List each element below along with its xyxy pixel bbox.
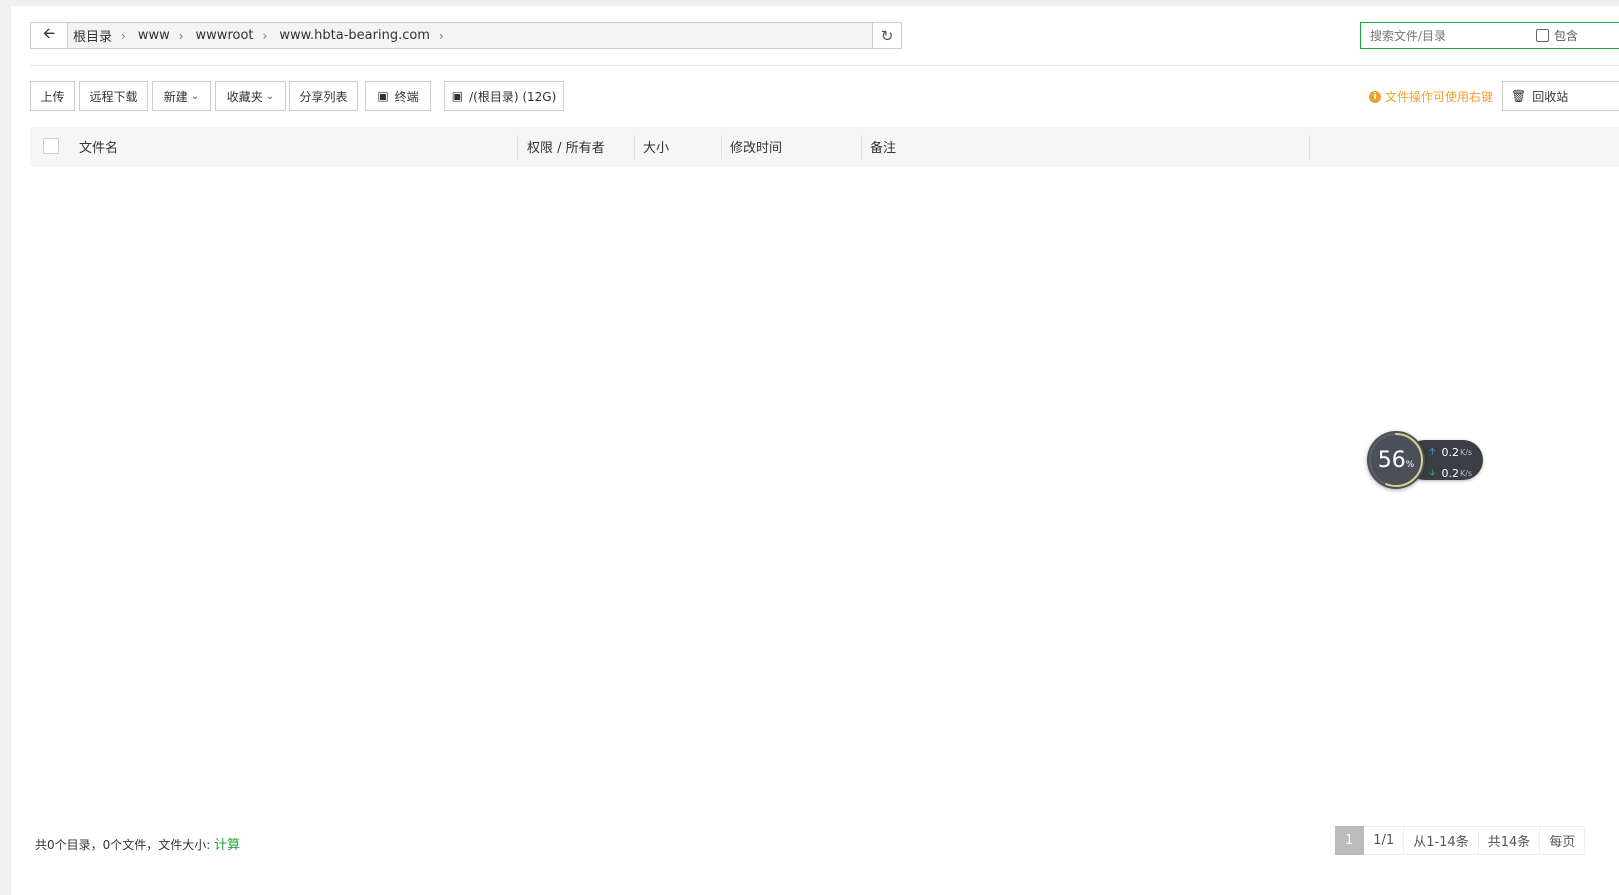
remote-download-button[interactable]: 远程下载: [79, 81, 148, 111]
chevron-right-icon: ›: [121, 28, 126, 43]
chevron-right-icon: ›: [262, 28, 268, 43]
refresh-icon: ↻: [880, 26, 894, 45]
breadcrumb: 根目录 › www › wwwroot › www.hbta-bearing.c…: [68, 23, 872, 48]
page-current[interactable]: 1: [1335, 826, 1365, 855]
disk-button[interactable]: ▣ /(根目录) (12G): [444, 81, 564, 111]
breadcrumb-item-wwwroot[interactable]: wwwroot ›: [196, 28, 268, 43]
upload-button[interactable]: 上传: [30, 81, 75, 111]
column-header-remark[interactable]: 备注: [870, 127, 896, 165]
refresh-button[interactable]: ↻: [872, 23, 901, 48]
chevron-down-icon: ⌄: [190, 90, 200, 102]
arrow-left-icon: 🡨: [42, 24, 56, 42]
info-icon: i: [1369, 90, 1381, 103]
page-count: 1/1: [1364, 826, 1405, 855]
new-dropdown-button[interactable]: 新建 ⌄: [152, 81, 211, 111]
disk-icon: ▣: [451, 89, 464, 103]
chevron-right-icon: ›: [178, 28, 184, 43]
chevron-down-icon: ⌄: [265, 90, 275, 102]
search-input[interactable]: [1368, 27, 1532, 44]
column-header-size[interactable]: 大小: [643, 127, 669, 165]
download-speed: 🡣 0.2 K/s: [1429, 466, 1473, 480]
file-table-header: 文件名 权限 / 所有者 大小 修改时间 备注: [30, 127, 1619, 166]
recycle-bin-button[interactable]: 🗑 回收站: [1502, 81, 1619, 111]
column-header-mtime[interactable]: 修改时间: [730, 127, 782, 165]
column-divider: [721, 135, 722, 159]
breadcrumb-item-www[interactable]: www ›: [138, 28, 184, 43]
address-bar: 🡨 根目录 › www › wwwroot › www.hbta-bearing…: [30, 22, 902, 49]
page-size-select[interactable]: 每页: [1540, 826, 1586, 855]
search-box: 包含: [1360, 22, 1619, 49]
arrow-down-icon: 🡣: [1429, 468, 1436, 478]
checkbox-icon: [1536, 29, 1549, 42]
calculate-size-link[interactable]: 计算: [214, 838, 240, 853]
usage-percent: 56%: [1377, 447, 1415, 473]
column-divider: [634, 135, 635, 159]
column-divider: [861, 135, 862, 159]
column-header-permission[interactable]: 权限 / 所有者: [527, 127, 605, 165]
arrow-up-icon: 🡡: [1429, 447, 1436, 457]
column-header-filename[interactable]: 文件名: [79, 127, 118, 165]
back-button[interactable]: 🡨: [31, 23, 68, 48]
file-manager-panel: 🡨 根目录 › www › wwwroot › www.hbta-bearing…: [11, 6, 1619, 895]
terminal-icon: ▣: [377, 89, 389, 103]
page-total: 共14条: [1478, 826, 1541, 855]
divider: [30, 65, 1619, 66]
upload-speed: 🡡 0.2 K/s: [1429, 445, 1473, 459]
include-subdir-checkbox[interactable]: 包含: [1536, 27, 1578, 44]
select-all-checkbox[interactable]: [43, 127, 59, 165]
share-list-button[interactable]: 分享列表: [289, 81, 358, 111]
page-range: 从1-14条: [1404, 826, 1479, 855]
breadcrumb-item-site[interactable]: www.hbta-bearing.com ›: [279, 28, 443, 43]
chevron-right-icon: ›: [438, 28, 444, 43]
column-divider: [517, 135, 518, 159]
favorites-dropdown-button[interactable]: 收藏夹 ⌄: [215, 81, 286, 111]
speed-monitor-widget[interactable]: 56% 🡡 0.2 K/s 🡣 0.2 K/s: [1367, 431, 1485, 491]
terminal-button[interactable]: ▣ 终端: [365, 81, 431, 111]
breadcrumb-item-root[interactable]: 根目录 ›: [73, 26, 126, 46]
pagination: 1 1/1 从1-14条 共14条 每页: [1335, 826, 1586, 855]
directory-summary: 共0个目录，0个文件，文件大小: 计算: [35, 838, 241, 853]
right-click-tip: i 文件操作可使用右键: [1369, 88, 1493, 105]
trash-icon: 🗑: [1511, 89, 1527, 103]
column-divider: [1309, 135, 1310, 159]
checkbox-icon: [43, 138, 59, 154]
